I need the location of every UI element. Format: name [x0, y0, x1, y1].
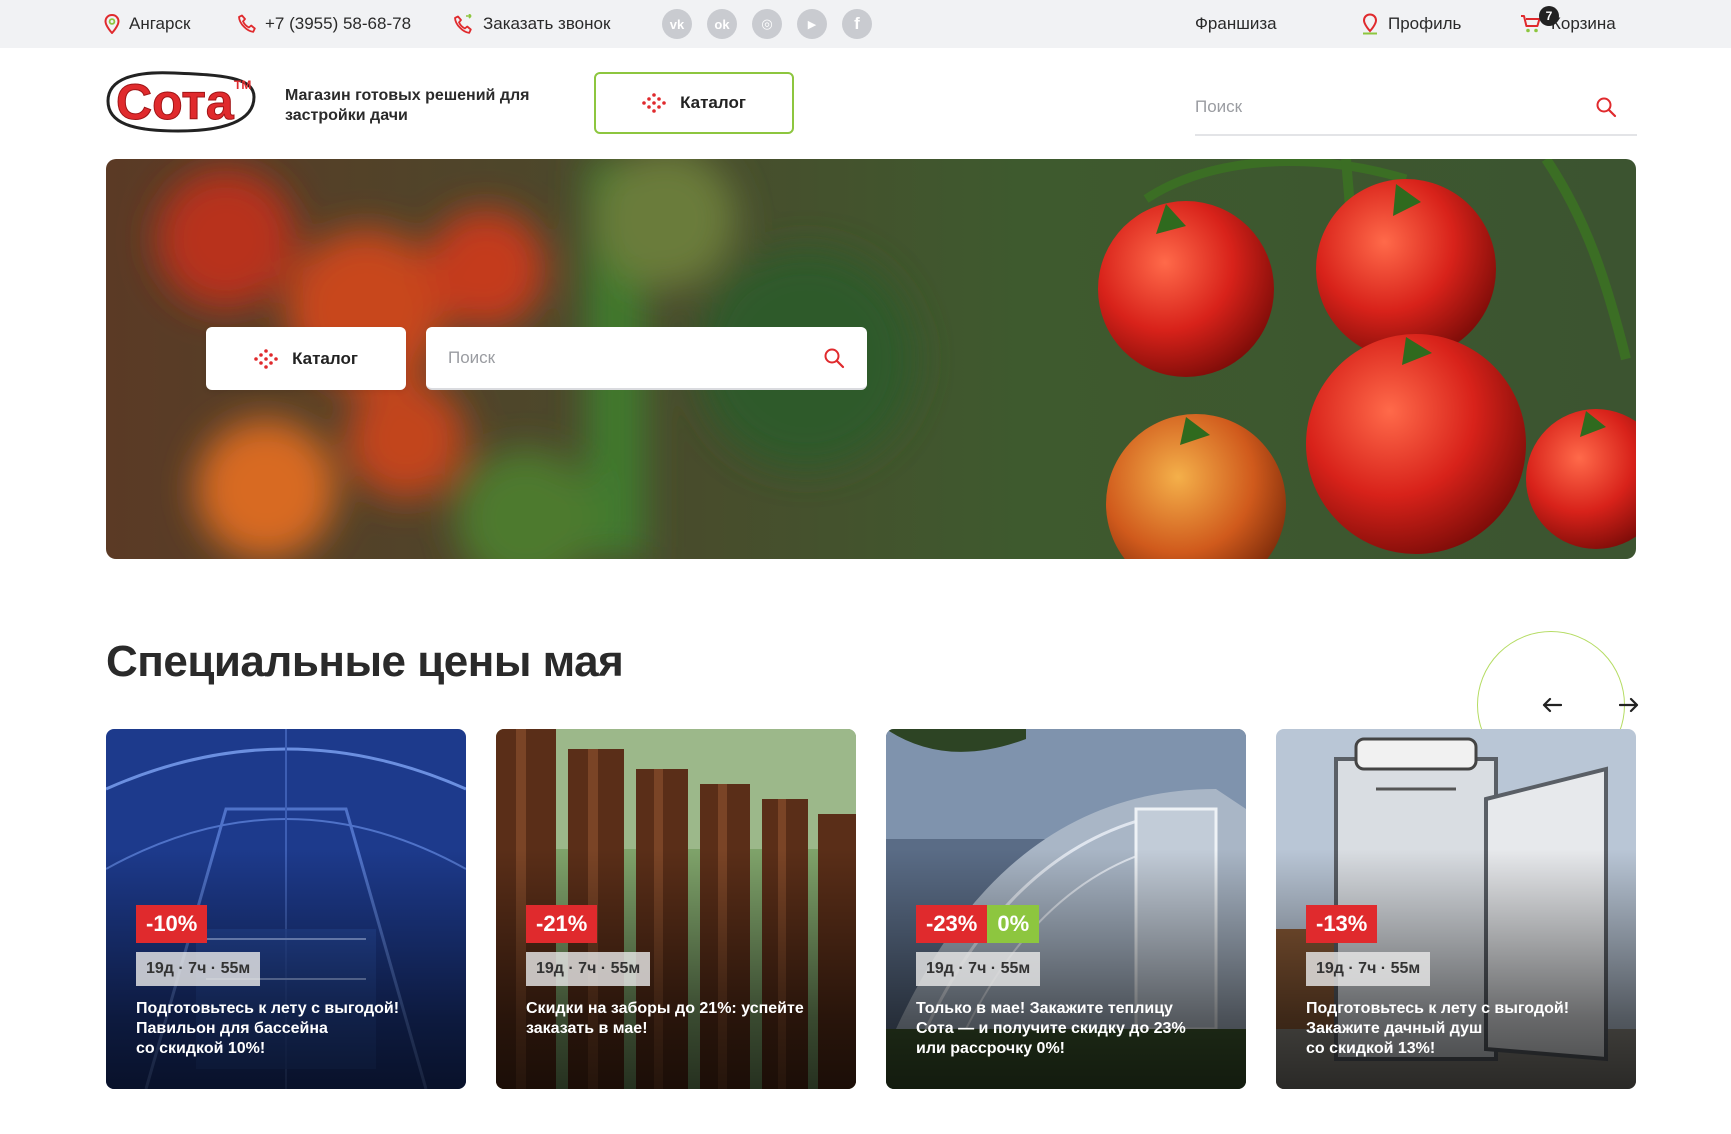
hero-search: [426, 327, 867, 390]
callback-phone-icon: [454, 14, 472, 34]
promo-text: Подготовьтесь к лету с выгодой! Павильон…: [136, 1000, 400, 1057]
promo-text: Подготовьтесь к лету с выгодой! Закажите…: [1306, 1000, 1570, 1057]
cart-count-badge: 7: [1539, 6, 1559, 26]
tagline: Магазин готовых решений для застройки да…: [285, 87, 530, 124]
arrow-left-icon: [1542, 697, 1562, 713]
logo[interactable]: Сота TM: [104, 67, 266, 135]
discount-badge: -10%: [136, 905, 208, 943]
franchise-label: Франшиза: [1195, 14, 1277, 33]
installment-badge: 0%: [987, 905, 1040, 943]
countdown-timer: 19д · 7ч · 55м: [1306, 952, 1431, 986]
badges: -10%: [136, 905, 208, 943]
hero-search-input[interactable]: [448, 347, 788, 368]
badges: -23% 0%: [916, 905, 1040, 943]
top-bar: Ангарск +7 (3955) 58-68-78 Заказать звон…: [0, 0, 1731, 48]
profile-label: Профиль: [1388, 14, 1462, 33]
promo-text: Скидки на заборы до 21%: успейте заказат…: [526, 1000, 804, 1037]
header-catalog-label: Каталог: [680, 93, 746, 112]
facebook-glyph: f: [854, 14, 860, 33]
profile-icon: [1362, 13, 1378, 35]
discount-badge: -23%: [916, 905, 988, 943]
facebook-icon[interactable]: f: [842, 9, 872, 39]
catalog-dots-icon: [254, 348, 278, 369]
ok-glyph: ok: [714, 16, 730, 32]
cart-icon-wrap: 7: [1520, 6, 1559, 34]
hero-catalog-button[interactable]: Каталог: [206, 327, 406, 390]
hero-catalog-label: Каталог: [292, 348, 358, 368]
countdown-timer: 19д · 7ч · 55м: [526, 952, 651, 986]
search-icon[interactable]: [1595, 96, 1617, 118]
catalog-dots-icon: [642, 93, 666, 113]
youtube-glyph: ▶: [807, 18, 817, 31]
ok-icon[interactable]: ok: [707, 9, 737, 39]
phone-number: +7 (3955) 58-68-78: [265, 14, 412, 33]
section-title: Специальные цены мая: [106, 637, 624, 686]
city-selector[interactable]: Ангарск: [104, 0, 190, 48]
logo-tm: TM: [234, 78, 251, 92]
profile-link[interactable]: Профиль: [1361, 0, 1461, 48]
logo-text: Сота: [116, 74, 235, 130]
cart-label: Корзина: [1551, 14, 1616, 33]
badges: -21%: [526, 905, 598, 943]
search-icon[interactable]: [823, 347, 845, 369]
promo-card-greenhouse[interactable]: -23% 0% 19д · 7ч · 55м Только в мае! Зак…: [886, 729, 1246, 1089]
instagram-glyph: ◎: [761, 16, 773, 31]
discount-badge: -21%: [526, 905, 598, 943]
arrow-right-icon: [1619, 697, 1639, 713]
promo-card-shower[interactable]: -13% 19д · 7ч · 55м Подготовьтесь к лету…: [1276, 729, 1636, 1089]
instagram-icon[interactable]: ◎: [752, 9, 782, 39]
discount-badge: -13%: [1306, 905, 1378, 943]
header-search-input[interactable]: [1195, 97, 1555, 117]
vk-icon[interactable]: vk: [662, 9, 692, 39]
callback-button[interactable]: Заказать звонок: [454, 0, 610, 48]
sota-logo: Сота TM: [106, 71, 256, 133]
badges: -13%: [1306, 905, 1378, 943]
promo-card-fences[interactable]: -21% 19д · 7ч · 55м Скидки на заборы до …: [496, 729, 856, 1089]
cart-link[interactable]: 7 Корзина: [1520, 0, 1616, 48]
header-catalog-button[interactable]: Каталог: [594, 72, 794, 134]
promo-card-pool-pavilion[interactable]: -10% 19д · 7ч · 55м Подготовьтесь к лету…: [106, 729, 466, 1089]
youtube-icon[interactable]: ▶: [797, 9, 827, 39]
phone-link[interactable]: +7 (3955) 58-68-78: [238, 0, 411, 48]
countdown-timer: 19д · 7ч · 55м: [916, 952, 1041, 986]
franchise-link[interactable]: Франшиза: [1195, 0, 1277, 48]
vk-glyph: vk: [669, 16, 685, 32]
promo-text: Только в мае! Закажите теплицу Сота — и …: [916, 1000, 1186, 1057]
phone-icon: [238, 14, 256, 33]
prev-arrow-button[interactable]: [1537, 690, 1567, 720]
next-arrow-button[interactable]: [1614, 690, 1644, 720]
city-label: Ангарск: [129, 14, 191, 33]
location-pin-icon: [104, 14, 120, 34]
callback-label: Заказать звонок: [483, 14, 611, 33]
countdown-timer: 19д · 7ч · 55м: [136, 952, 261, 986]
header-search: [1195, 80, 1637, 136]
